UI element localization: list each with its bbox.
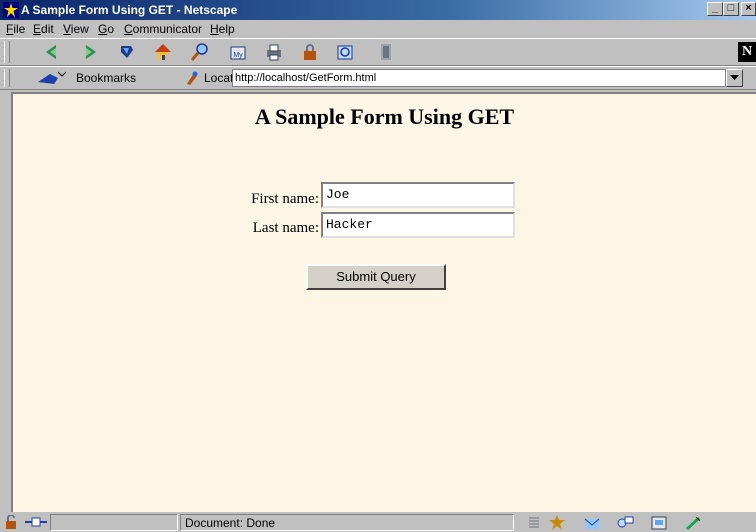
menu-go[interactable]: Go: [98, 22, 114, 36]
location-input[interactable]: http://localhost/GetForm.html: [232, 69, 726, 87]
stop-icon[interactable]: [376, 42, 396, 62]
title-bar[interactable]: A Sample Form Using GET - Netscape _ □ ×: [0, 0, 756, 20]
status-text: Document: Done: [180, 514, 514, 531]
first-name-label: First name:: [251, 191, 319, 207]
page-heading: A Sample Form Using GET: [254, 104, 515, 129]
minimize-button[interactable]: _: [707, 2, 723, 16]
page-content: A Sample Form Using GET First name: Joe …: [11, 92, 756, 512]
svg-text:My: My: [233, 52, 243, 59]
location-grip[interactable]: [4, 69, 10, 87]
composer-component-icon[interactable]: [684, 515, 702, 530]
menu-help[interactable]: Help: [210, 22, 235, 36]
navigation-toolbar: My N: [0, 38, 756, 66]
search-icon[interactable]: [190, 42, 210, 62]
menu-file[interactable]: File: [6, 22, 25, 36]
print-icon[interactable]: [264, 42, 284, 62]
status-grip-icon[interactable]: [528, 515, 540, 530]
navigator-component-icon[interactable]: [548, 515, 566, 530]
home-icon[interactable]: [153, 42, 173, 62]
security-icon[interactable]: [300, 42, 320, 62]
maximize-button[interactable]: □: [723, 2, 739, 16]
connection-icon[interactable]: [24, 515, 48, 530]
toolbar-grip[interactable]: [4, 41, 10, 63]
reload-icon[interactable]: [117, 42, 137, 62]
progress-bar: [50, 514, 178, 531]
location-dropdown-button[interactable]: [726, 69, 743, 87]
location-toolbar: Bookmarks Location: http://localhost/Get…: [0, 66, 756, 90]
window-title: A Sample Form Using GET - Netscape: [21, 3, 238, 17]
forward-icon[interactable]: [80, 42, 100, 62]
mail-component-icon[interactable]: [583, 515, 601, 530]
submit-query-button[interactable]: Submit Query: [306, 264, 446, 290]
guide-icon[interactable]: My: [228, 42, 248, 62]
menu-edit[interactable]: Edit: [33, 22, 54, 36]
address-book-component-icon[interactable]: [650, 515, 668, 530]
netscape-logo[interactable]: N: [738, 42, 756, 62]
last-name-input[interactable]: Hacker: [321, 212, 515, 238]
bookmarks-icon[interactable]: [36, 70, 70, 86]
close-button[interactable]: ×: [741, 2, 756, 16]
menu-bar: File Edit View Go Communicator Help: [0, 20, 756, 38]
last-name-label: Last name:: [252, 220, 319, 236]
newsgroups-component-icon[interactable]: [616, 515, 634, 530]
status-bar: Document: Done: [0, 512, 756, 532]
menu-communicator[interactable]: Communicator: [124, 22, 202, 36]
chevron-down-icon: [730, 75, 739, 80]
bookmarks-label[interactable]: Bookmarks: [76, 71, 136, 85]
netscape-app-icon[interactable]: [3, 2, 19, 18]
menu-view[interactable]: View: [63, 22, 89, 36]
first-name-input[interactable]: Joe: [321, 182, 515, 208]
shop-icon[interactable]: [335, 42, 355, 62]
security-lock-icon[interactable]: [4, 515, 22, 530]
location-icon[interactable]: [184, 70, 200, 86]
back-icon[interactable]: [42, 42, 62, 62]
